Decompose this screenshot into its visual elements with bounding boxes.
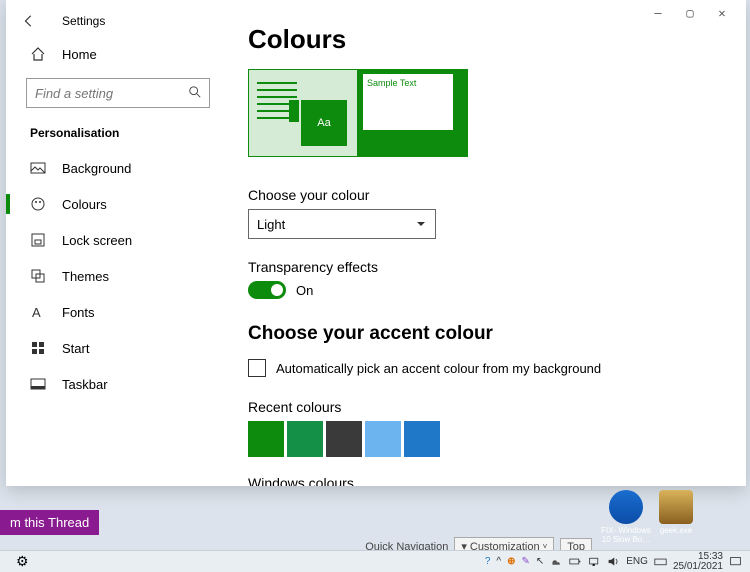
keyboard-icon[interactable] — [654, 555, 667, 568]
clock[interactable]: 15:33 25/01/2021 — [673, 552, 723, 572]
colour-swatch[interactable] — [365, 421, 401, 457]
transparency-label: Transparency effects — [248, 259, 722, 275]
themes-icon — [30, 268, 46, 284]
cursor-icon: ↖ — [536, 556, 544, 567]
svg-text:A: A — [32, 305, 41, 320]
transparency-toggle[interactable] — [248, 281, 286, 299]
colour-swatch[interactable] — [287, 421, 323, 457]
search-box[interactable] — [26, 78, 210, 108]
search-icon — [188, 85, 202, 99]
volume-icon[interactable] — [607, 555, 620, 568]
network-icon[interactable] — [588, 555, 601, 568]
sidebar-item-taskbar[interactable]: Taskbar — [6, 366, 230, 402]
main-panel: Colours Aa Sample Text Choose your colou… — [230, 0, 746, 486]
sidebar-item-label: Start — [62, 341, 89, 356]
search-input[interactable] — [26, 78, 210, 108]
home-button[interactable]: Home — [6, 36, 230, 72]
sidebar-item-colours[interactable]: Colours — [6, 186, 230, 222]
sidebar-item-themes[interactable]: Themes — [6, 258, 230, 294]
auto-accent-label: Automatically pick an accent colour from… — [276, 361, 601, 376]
system-tray: ? ^ ⊕ ✎ ↖ ENG 15:33 25/01/2021 — [485, 552, 750, 572]
sidebar-item-start[interactable]: Start — [6, 330, 230, 366]
sidebar-item-label: Background — [62, 161, 131, 176]
sidebar-item-label: Taskbar — [62, 377, 108, 392]
recent-colours-label: Recent colours — [248, 399, 722, 415]
battery-icon[interactable] — [569, 555, 582, 568]
language-indicator[interactable]: ENG — [626, 556, 648, 567]
page-title: Colours — [248, 24, 722, 55]
picture-icon — [30, 160, 46, 176]
minimize-button[interactable]: — — [652, 6, 664, 20]
windows-colours-label: Windows colours — [248, 475, 722, 486]
settings-title: Settings — [62, 14, 105, 28]
sidebar-item-label: Colours — [62, 197, 107, 212]
start-icon — [30, 340, 46, 356]
colour-preview: Aa Sample Text — [248, 69, 722, 157]
time: 15:33 — [673, 552, 723, 562]
help-icon[interactable]: ? — [485, 556, 491, 567]
lock-icon — [30, 232, 46, 248]
colour-mode-value: Light — [257, 217, 285, 232]
back-icon[interactable] — [22, 14, 36, 28]
home-label: Home — [62, 47, 97, 62]
desktop-icon-label: FIX- Windows 10 Slow Bo… — [601, 526, 651, 544]
notifications-icon[interactable] — [729, 555, 742, 568]
maximize-button[interactable]: ▢ — [684, 6, 696, 20]
taskbar-icon — [30, 376, 46, 392]
colour-swatch[interactable] — [326, 421, 362, 457]
sidebar-item-fonts[interactable]: A Fonts — [6, 294, 230, 330]
settings-window: — ▢ ✕ Settings Home Personalisation Back… — [6, 0, 746, 486]
sidebar-item-label: Lock screen — [62, 233, 132, 248]
tray-icon[interactable]: ✎ — [521, 556, 529, 567]
forum-thread-tab[interactable]: m this Thread — [0, 510, 99, 535]
sidebar-item-label: Themes — [62, 269, 109, 284]
auto-accent-checkbox[interactable] — [248, 359, 266, 377]
chevron-up-icon[interactable]: ^ — [496, 556, 501, 567]
taskbar: ⚙ ? ^ ⊕ ✎ ↖ ENG 15:33 25/01/2021 — [0, 550, 750, 572]
sidebar: Settings Home Personalisation Background… — [6, 0, 230, 486]
category-title: Personalisation — [6, 120, 230, 150]
preview-accent: Sample Text — [358, 69, 468, 157]
close-button[interactable]: ✕ — [716, 6, 728, 20]
preview-aa: Aa — [301, 100, 347, 146]
edge-icon — [609, 490, 643, 524]
sidebar-item-lockscreen[interactable]: Lock screen — [6, 222, 230, 258]
transparency-value: On — [296, 283, 313, 298]
tray-icon[interactable]: ⊕ — [507, 556, 515, 567]
colour-swatch[interactable] — [404, 421, 440, 457]
home-icon — [30, 46, 46, 62]
font-icon: A — [30, 304, 46, 320]
palette-icon — [30, 196, 46, 212]
gear-icon[interactable]: ⚙ — [16, 553, 29, 570]
sidebar-item-label: Fonts — [62, 305, 95, 320]
window-chrome: — ▢ ✕ — [652, 6, 746, 20]
preview-light: Aa — [248, 69, 358, 157]
choose-colour-label: Choose your colour — [248, 187, 722, 203]
colour-swatch[interactable] — [248, 421, 284, 457]
desktop-icon-edge[interactable]: FIX- Windows 10 Slow Bo… — [599, 490, 653, 544]
date: 25/01/2021 — [673, 562, 723, 572]
colour-mode-select[interactable]: Light — [248, 209, 436, 239]
recent-colours — [248, 421, 722, 457]
accent-heading: Choose your accent colour — [248, 323, 722, 345]
desktop-icon-label: geek.exe — [660, 526, 692, 535]
desktop-icon-geek[interactable]: geek.exe — [649, 490, 703, 535]
sidebar-item-background[interactable]: Background — [6, 150, 230, 186]
preview-sample: Sample Text — [363, 74, 453, 130]
onedrive-icon[interactable] — [550, 555, 563, 568]
trash-icon — [659, 490, 693, 524]
